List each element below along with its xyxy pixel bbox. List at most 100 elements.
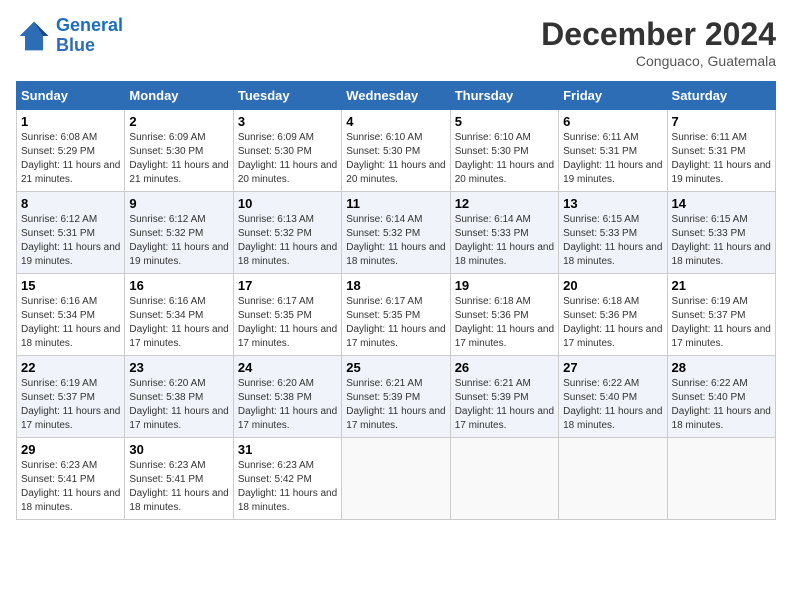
day-info: Sunrise: 6:11 AMSunset: 5:31 PMDaylight:… bbox=[672, 131, 771, 187]
day-info: Sunrise: 6:14 AMSunset: 5:33 PMDaylight:… bbox=[455, 213, 554, 269]
weekday-header-saturday: Saturday bbox=[667, 82, 775, 110]
day-info: Sunrise: 6:22 AMSunset: 5:40 PMDaylight:… bbox=[563, 377, 662, 433]
calendar-day-21: 21 Sunrise: 6:19 AMSunset: 5:37 PMDayligh… bbox=[667, 274, 775, 356]
calendar-day-25: 25Sunrise: 6:21 AMSunset: 5:39 PMDayligh… bbox=[342, 356, 450, 438]
weekday-header-monday: Monday bbox=[125, 82, 233, 110]
calendar-day-14: 14 Sunrise: 6:15 AMSunset: 5:33 PMDayligh… bbox=[667, 192, 775, 274]
day-info: Sunrise: 6:21 AMSunset: 5:39 PMDaylight:… bbox=[455, 377, 554, 433]
calendar-day-8: 8 Sunrise: 6:12 AMSunset: 5:31 PMDaylight… bbox=[17, 192, 125, 274]
day-info: Sunrise: 6:19 AMSunset: 5:37 PMDaylight:… bbox=[21, 377, 120, 433]
day-info: Sunrise: 6:20 AMSunset: 5:38 PMDaylight:… bbox=[129, 377, 228, 433]
logo: General Blue bbox=[16, 16, 123, 56]
day-number: 6 bbox=[563, 114, 662, 129]
calendar-table: SundayMondayTuesdayWednesdayThursdayFrid… bbox=[16, 81, 776, 520]
day-info: Sunrise: 6:16 AMSunset: 5:34 PMDaylight:… bbox=[21, 295, 120, 351]
weekday-header-sunday: Sunday bbox=[17, 82, 125, 110]
calendar-week-2: 8 Sunrise: 6:12 AMSunset: 5:31 PMDaylight… bbox=[17, 192, 776, 274]
calendar-day-6: 6 Sunrise: 6:11 AMSunset: 5:31 PMDaylight… bbox=[559, 110, 667, 192]
weekday-header-thursday: Thursday bbox=[450, 82, 558, 110]
day-info: Sunrise: 6:22 AMSunset: 5:40 PMDaylight:… bbox=[672, 377, 771, 433]
calendar-empty-cell bbox=[559, 438, 667, 520]
day-number: 21 bbox=[672, 278, 771, 293]
calendar-week-3: 15 Sunrise: 6:16 AMSunset: 5:34 PMDayligh… bbox=[17, 274, 776, 356]
calendar-empty-cell bbox=[450, 438, 558, 520]
day-number: 22 bbox=[21, 360, 120, 375]
day-number: 13 bbox=[563, 196, 662, 211]
day-number: 15 bbox=[21, 278, 120, 293]
day-info: Sunrise: 6:09 AMSunset: 5:30 PMDaylight:… bbox=[129, 131, 228, 187]
day-info: Sunrise: 6:18 AMSunset: 5:36 PMDaylight:… bbox=[455, 295, 554, 351]
calendar-day-18: 18 Sunrise: 6:17 AMSunset: 5:35 PMDayligh… bbox=[342, 274, 450, 356]
day-info: Sunrise: 6:23 AMSunset: 5:41 PMDaylight:… bbox=[21, 459, 120, 515]
logo-text: General Blue bbox=[56, 16, 123, 56]
calendar-day-5: 5Sunrise: 6:10 AMSunset: 5:30 PMDaylight… bbox=[450, 110, 558, 192]
calendar-day-23: 23 Sunrise: 6:20 AMSunset: 5:38 PMDayligh… bbox=[125, 356, 233, 438]
day-info: Sunrise: 6:20 AMSunset: 5:38 PMDaylight:… bbox=[238, 377, 337, 433]
day-info: Sunrise: 6:15 AMSunset: 5:33 PMDaylight:… bbox=[563, 213, 662, 269]
day-number: 3 bbox=[238, 114, 337, 129]
day-number: 23 bbox=[129, 360, 228, 375]
day-info: Sunrise: 6:17 AMSunset: 5:35 PMDaylight:… bbox=[346, 295, 445, 351]
calendar-day-24: 24 Sunrise: 6:20 AMSunset: 5:38 PMDayligh… bbox=[233, 356, 341, 438]
calendar-day-17: 17 Sunrise: 6:17 AMSunset: 5:35 PMDayligh… bbox=[233, 274, 341, 356]
day-info: Sunrise: 6:12 AMSunset: 5:32 PMDaylight:… bbox=[129, 213, 228, 269]
day-number: 28 bbox=[672, 360, 771, 375]
day-number: 11 bbox=[346, 196, 445, 211]
day-number: 5 bbox=[455, 114, 554, 129]
day-number: 31 bbox=[238, 442, 337, 457]
day-number: 27 bbox=[563, 360, 662, 375]
logo-icon bbox=[16, 18, 52, 54]
day-info: Sunrise: 6:13 AMSunset: 5:32 PMDaylight:… bbox=[238, 213, 337, 269]
calendar-day-27: 27 Sunrise: 6:22 AMSunset: 5:40 PMDayligh… bbox=[559, 356, 667, 438]
calendar-day-12: 12Sunrise: 6:14 AMSunset: 5:33 PMDayligh… bbox=[450, 192, 558, 274]
day-info: Sunrise: 6:14 AMSunset: 5:32 PMDaylight:… bbox=[346, 213, 445, 269]
day-info: Sunrise: 6:17 AMSunset: 5:35 PMDaylight:… bbox=[238, 295, 337, 351]
weekday-header-wednesday: Wednesday bbox=[342, 82, 450, 110]
day-number: 20 bbox=[563, 278, 662, 293]
calendar-day-7: 7 Sunrise: 6:11 AMSunset: 5:31 PMDaylight… bbox=[667, 110, 775, 192]
calendar-day-28: 28 Sunrise: 6:22 AMSunset: 5:40 PMDayligh… bbox=[667, 356, 775, 438]
calendar-day-19: 19 Sunrise: 6:18 AMSunset: 5:36 PMDayligh… bbox=[450, 274, 558, 356]
weekday-header-friday: Friday bbox=[559, 82, 667, 110]
calendar-week-1: 1Sunrise: 6:08 AMSunset: 5:29 PMDaylight… bbox=[17, 110, 776, 192]
calendar-day-22: 22 Sunrise: 6:19 AMSunset: 5:37 PMDayligh… bbox=[17, 356, 125, 438]
calendar-day-26: 26 Sunrise: 6:21 AMSunset: 5:39 PMDayligh… bbox=[450, 356, 558, 438]
day-info: Sunrise: 6:08 AMSunset: 5:29 PMDaylight:… bbox=[21, 131, 120, 187]
day-info: Sunrise: 6:10 AMSunset: 5:30 PMDaylight:… bbox=[346, 131, 445, 187]
page-header: General Blue December 2024 Conguaco, Gua… bbox=[16, 16, 776, 69]
calendar-day-30: 30Sunrise: 6:23 AMSunset: 5:41 PMDayligh… bbox=[125, 438, 233, 520]
day-info: Sunrise: 6:12 AMSunset: 5:31 PMDaylight:… bbox=[21, 213, 120, 269]
day-number: 16 bbox=[129, 278, 228, 293]
calendar-day-10: 10 Sunrise: 6:13 AMSunset: 5:32 PMDayligh… bbox=[233, 192, 341, 274]
day-number: 18 bbox=[346, 278, 445, 293]
calendar-day-9: 9Sunrise: 6:12 AMSunset: 5:32 PMDaylight… bbox=[125, 192, 233, 274]
calendar-week-5: 29 Sunrise: 6:23 AMSunset: 5:41 PMDayligh… bbox=[17, 438, 776, 520]
day-info: Sunrise: 6:16 AMSunset: 5:34 PMDaylight:… bbox=[129, 295, 228, 351]
day-number: 7 bbox=[672, 114, 771, 129]
day-number: 17 bbox=[238, 278, 337, 293]
calendar-day-31: 31 Sunrise: 6:23 AMSunset: 5:42 PMDayligh… bbox=[233, 438, 341, 520]
day-number: 14 bbox=[672, 196, 771, 211]
day-number: 26 bbox=[455, 360, 554, 375]
day-info: Sunrise: 6:23 AMSunset: 5:42 PMDaylight:… bbox=[238, 459, 337, 515]
day-info: Sunrise: 6:09 AMSunset: 5:30 PMDaylight:… bbox=[238, 131, 337, 187]
day-number: 24 bbox=[238, 360, 337, 375]
calendar-day-4: 4Sunrise: 6:10 AMSunset: 5:30 PMDaylight… bbox=[342, 110, 450, 192]
day-number: 19 bbox=[455, 278, 554, 293]
day-number: 8 bbox=[21, 196, 120, 211]
month-title: December 2024 bbox=[541, 16, 776, 53]
day-info: Sunrise: 6:15 AMSunset: 5:33 PMDaylight:… bbox=[672, 213, 771, 269]
calendar-day-11: 11 Sunrise: 6:14 AMSunset: 5:32 PMDayligh… bbox=[342, 192, 450, 274]
day-number: 29 bbox=[21, 442, 120, 457]
calendar-day-16: 16 Sunrise: 6:16 AMSunset: 5:34 PMDayligh… bbox=[125, 274, 233, 356]
day-info: Sunrise: 6:23 AMSunset: 5:41 PMDaylight:… bbox=[129, 459, 228, 515]
calendar-day-13: 13 Sunrise: 6:15 AMSunset: 5:33 PMDayligh… bbox=[559, 192, 667, 274]
day-info: Sunrise: 6:19 AMSunset: 5:37 PMDaylight:… bbox=[672, 295, 771, 351]
day-info: Sunrise: 6:11 AMSunset: 5:31 PMDaylight:… bbox=[563, 131, 662, 187]
calendar-day-20: 20Sunrise: 6:18 AMSunset: 5:36 PMDayligh… bbox=[559, 274, 667, 356]
calendar-day-15: 15 Sunrise: 6:16 AMSunset: 5:34 PMDayligh… bbox=[17, 274, 125, 356]
calendar-body: 1Sunrise: 6:08 AMSunset: 5:29 PMDaylight… bbox=[17, 110, 776, 520]
day-number: 10 bbox=[238, 196, 337, 211]
weekday-header-tuesday: Tuesday bbox=[233, 82, 341, 110]
title-block: December 2024 Conguaco, Guatemala bbox=[541, 16, 776, 69]
